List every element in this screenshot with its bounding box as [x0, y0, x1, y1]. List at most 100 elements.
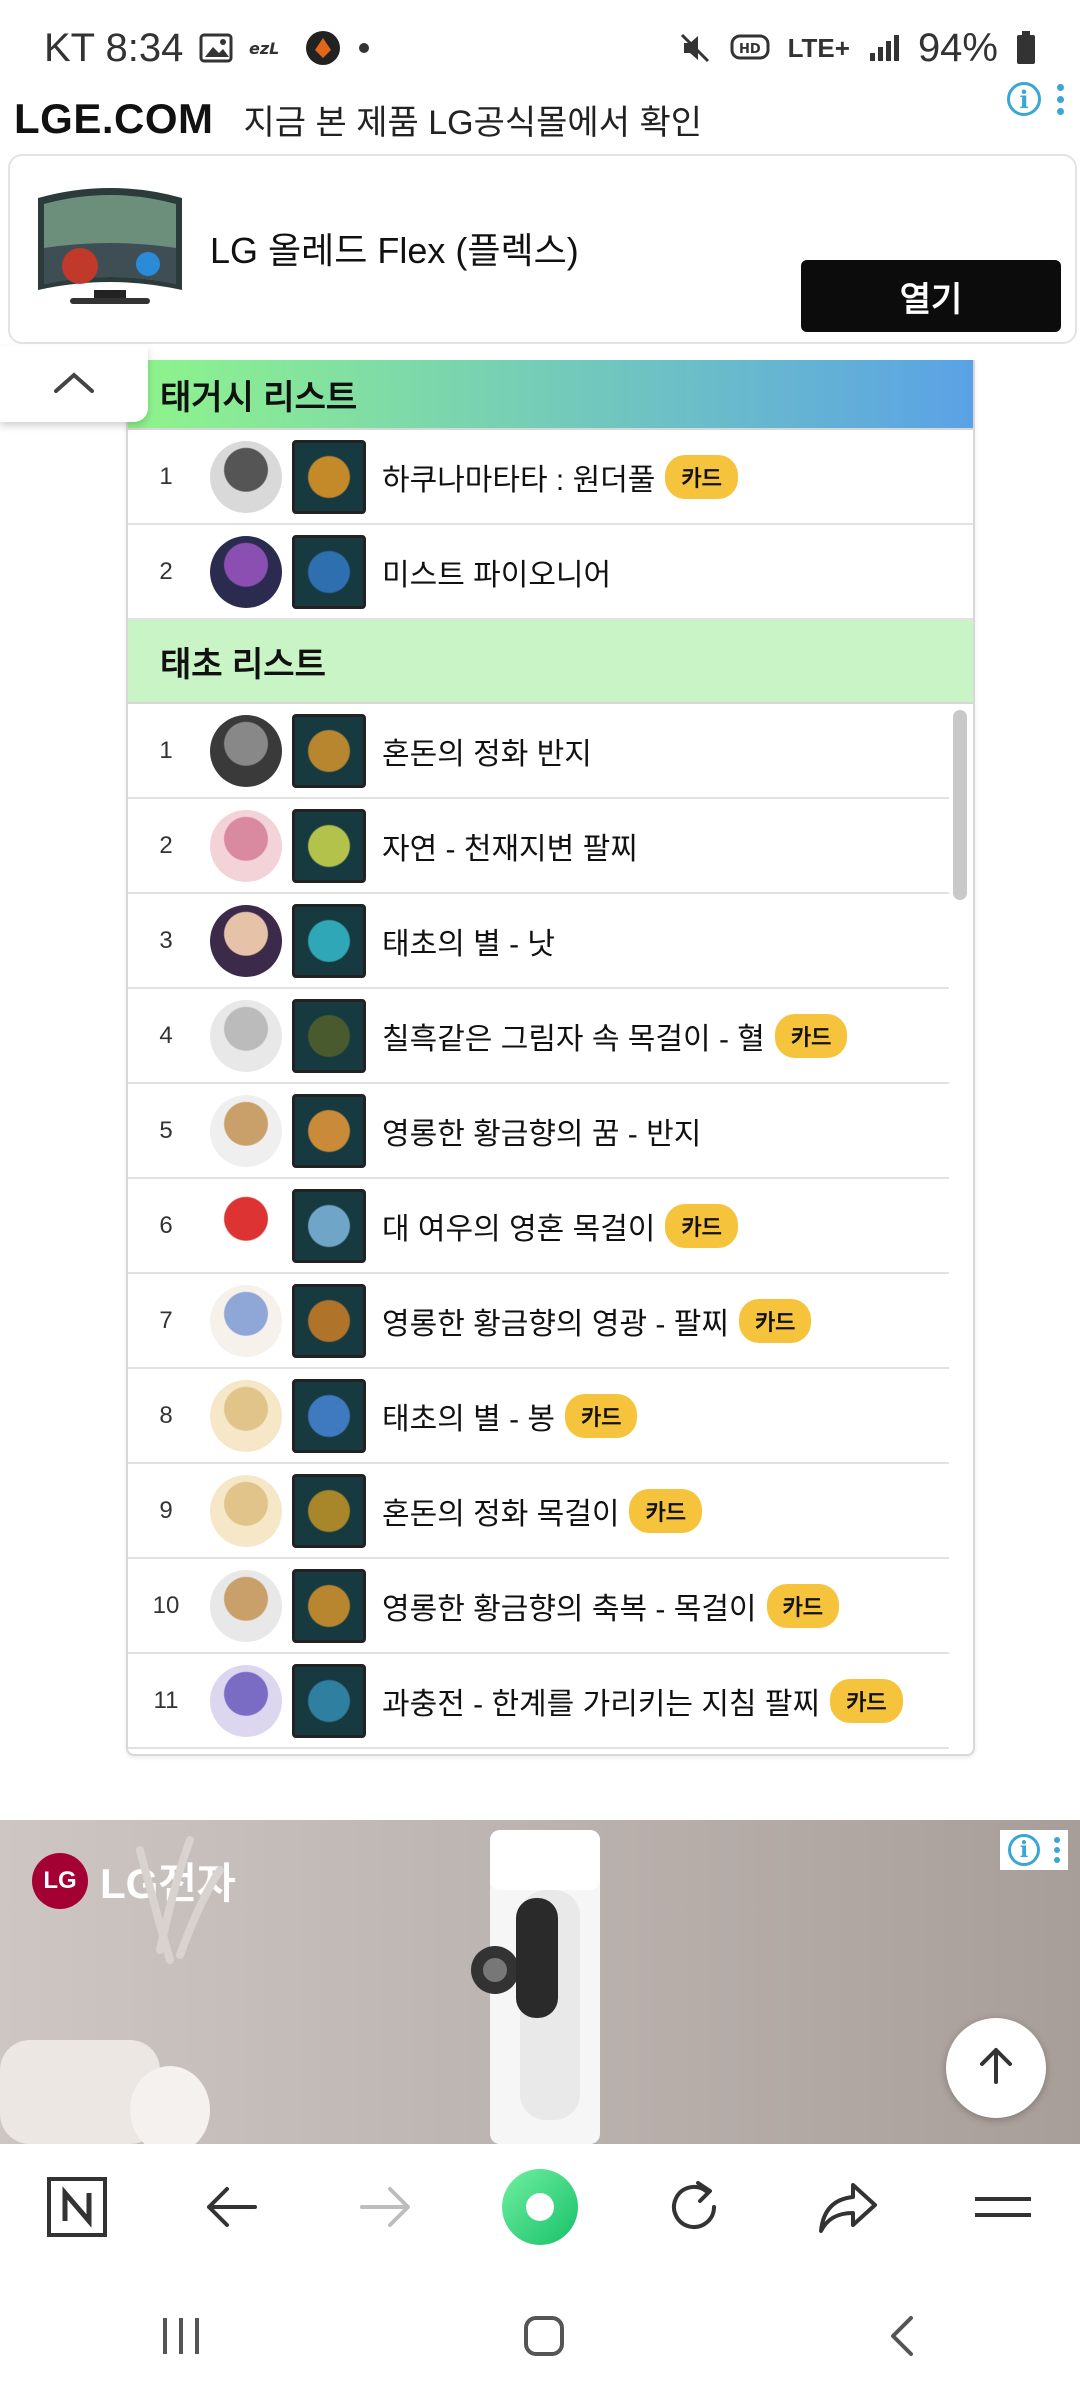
top-ad-card[interactable]: LG 올레드 Flex (플렉스) 열기 — [8, 154, 1077, 344]
character-avatar — [210, 904, 282, 977]
item-name: 태초의 별 - 봉 — [382, 1402, 555, 1436]
hamburger-icon — [973, 2187, 1033, 2232]
item-name: 영롱한 황금향의 영광 - 팔찌 — [382, 1307, 729, 1341]
list-item[interactable]: 8 태초의 별 - 봉 카드 — [128, 1369, 949, 1464]
list-item[interactable]: 2 자연 - 천재지변 팔찌 — [128, 799, 949, 894]
recent-apps-button[interactable] — [157, 2314, 205, 2363]
item-name: 혼돈의 정화 반지 — [382, 737, 592, 771]
section-title: 태거시 리스트 — [160, 378, 358, 417]
character-avatar — [210, 1189, 282, 1262]
rank-number: 3 — [159, 926, 173, 954]
hd-voice-icon: HD — [730, 33, 770, 63]
oled-tv-image — [30, 178, 190, 318]
list-item[interactable]: 5 영롱한 황금향의 꿈 - 반지 — [128, 1084, 949, 1179]
lge-logo: LGE.COM — [14, 95, 214, 142]
card-badge: 카드 — [665, 1203, 738, 1248]
screen: KT 8:34 ezL HD LTE+ 94% LGE.COM 지금 본 제품 … — [0, 0, 1080, 2400]
list-item[interactable]: 7 영롱한 황금향의 영광 - 팔찌 카드 — [128, 1274, 949, 1369]
collapse-ad-button[interactable] — [0, 346, 148, 422]
home-button[interactable] — [520, 2312, 568, 2365]
forward-button[interactable] — [331, 2154, 441, 2264]
rank-number: 7 — [159, 1306, 173, 1334]
svg-text:ezL: ezL — [249, 39, 279, 58]
rank-number: 8 — [159, 1401, 173, 1429]
naver-home-button[interactable] — [22, 2154, 132, 2264]
rank-number: 1 — [159, 462, 173, 490]
rank-number: 4 — [159, 1021, 173, 1049]
list-item[interactable]: 9 혼돈의 정화 목걸이 카드 — [128, 1464, 949, 1559]
character-avatar — [210, 1284, 282, 1357]
item-icon — [292, 1663, 366, 1738]
svg-text:HD: HD — [739, 42, 761, 57]
scroll-to-top-button[interactable] — [946, 2018, 1046, 2118]
item-name: 대 여우의 영혼 목걸이 — [382, 1212, 656, 1246]
card-badge: 카드 — [565, 1393, 638, 1438]
back-button[interactable] — [176, 2154, 286, 2264]
item-icon — [292, 1188, 366, 1263]
ad-info-icon[interactable]: i — [1008, 1834, 1040, 1866]
battery-level: 94% — [917, 25, 998, 70]
signal-icon — [868, 33, 900, 63]
ad-info-icon[interactable]: i — [1007, 82, 1041, 116]
list-item[interactable]: 2 미스트 파이오니어 — [128, 525, 973, 620]
arrow-up-icon — [972, 2042, 1020, 2095]
list-item[interactable]: 10 영롱한 황금향의 축복 - 목걸이 카드 — [128, 1559, 949, 1654]
item-icon — [292, 1568, 366, 1643]
card-badge: 카드 — [766, 1583, 840, 1628]
open-button[interactable]: 열기 — [801, 260, 1061, 332]
character-avatar — [210, 999, 282, 1072]
ad-choices-bottom[interactable]: i — [1000, 1830, 1068, 1870]
primordial-list[interactable]: 1 혼돈의 정화 반지 2 자연 - 천재지변 팔찌 3 태초의 별 - 낫 4 칠흑같은 그… — [128, 704, 973, 1754]
character-avatar — [210, 1569, 282, 1642]
product-image — [0, 1820, 1080, 2144]
item-name: 하쿠나마타타 : 원더풀 — [382, 463, 656, 497]
ad-choices[interactable]: i — [1007, 82, 1064, 116]
ad-menu-icon[interactable] — [1054, 1837, 1060, 1863]
list-item[interactable]: 3 태초의 별 - 낫 — [128, 894, 949, 989]
notification-dot-icon — [357, 41, 371, 55]
rank-number: 10 — [152, 1591, 180, 1619]
card-badge: 카드 — [665, 454, 738, 499]
legacy-list: 1 하쿠나마타타 : 원더풀 카드 2 미스트 파이오니어 — [128, 430, 973, 620]
item-icon — [292, 713, 366, 788]
carrier-time: KT 8:34 — [44, 25, 184, 70]
list-item[interactable]: 1 혼돈의 정화 반지 — [128, 704, 949, 799]
ad-product-name: LG 올레드 Flex (플렉스) — [210, 230, 579, 271]
rank-number: 5 — [159, 1116, 173, 1144]
list-scrollbar[interactable] — [953, 710, 967, 900]
section-header-primordial: 태초 리스트 — [128, 620, 973, 704]
green-dot-button[interactable] — [485, 2154, 595, 2264]
item-icon — [292, 808, 366, 883]
top-ad-tagline: 지금 본 제품 LG공식몰에서 확인 — [243, 103, 703, 142]
character-avatar — [210, 809, 282, 882]
item-name: 과충전 - 한계를 가리키는 지침 팔찌 — [382, 1687, 821, 1721]
status-bar: KT 8:34 ezL HD LTE+ 94% — [0, 0, 1080, 96]
chevron-up-icon — [52, 369, 96, 400]
rank-number: 1 — [159, 736, 173, 764]
share-button[interactable] — [794, 2154, 904, 2264]
card-badge: 카드 — [738, 1298, 812, 1343]
top-ad-header[interactable]: LGE.COM 지금 본 제품 LG공식몰에서 확인 — [0, 90, 1080, 148]
character-avatar — [210, 1474, 282, 1547]
system-back-button[interactable] — [883, 2312, 923, 2365]
list-item[interactable]: 6 대 여우의 영혼 목걸이 카드 — [128, 1179, 949, 1274]
battery-icon — [1016, 31, 1036, 65]
item-icon — [292, 1473, 366, 1548]
refresh-button[interactable] — [639, 2154, 749, 2264]
ad-menu-icon[interactable] — [1057, 83, 1064, 115]
character-avatar — [210, 1094, 282, 1167]
bottom-ad-banner[interactable]: LG LG전자 i — [0, 1820, 1080, 2144]
list-item[interactable]: 11 과충전 - 한계를 가리키는 지침 팔찌 카드 — [128, 1654, 949, 1749]
item-icon — [292, 1378, 366, 1453]
item-name: 혼돈의 정화 목걸이 — [382, 1497, 620, 1531]
item-name: 영롱한 황금향의 축복 - 목걸이 — [382, 1592, 757, 1626]
item-icon — [292, 1283, 366, 1358]
list-item[interactable]: 1 하쿠나마타타 : 원더풀 카드 — [128, 430, 973, 525]
list-item[interactable]: 4 칠흑같은 그림자 속 목걸이 - 혈 카드 — [128, 989, 949, 1084]
ezl-app-icon: ezL — [249, 36, 289, 60]
menu-button[interactable] — [948, 2154, 1058, 2264]
rank-number: 9 — [159, 1496, 173, 1524]
browser-toolbar — [0, 2144, 1080, 2274]
card-badge: 카드 — [830, 1678, 903, 1723]
arrow-left-icon — [203, 2183, 259, 2236]
